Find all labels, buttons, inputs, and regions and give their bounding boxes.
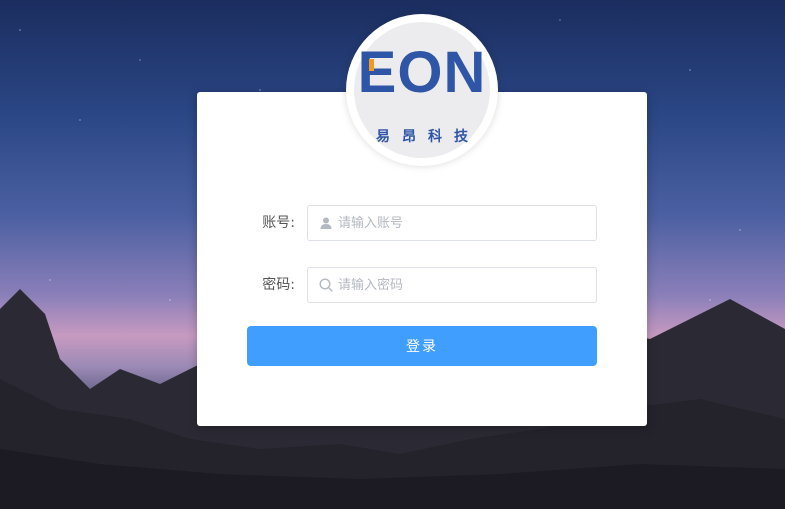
- password-label: 密码:: [262, 277, 295, 293]
- password-input[interactable]: [338, 268, 588, 302]
- account-input[interactable]: [338, 206, 588, 240]
- search-icon: [319, 278, 333, 292]
- password-row: 密码:: [247, 267, 597, 303]
- login-button[interactable]: 登录: [247, 326, 597, 366]
- account-field[interactable]: [307, 205, 597, 241]
- logo-badge: EON 易昂科技: [354, 22, 490, 158]
- company-logo: EON 易昂科技: [346, 14, 498, 166]
- logo-wordmark: EON: [357, 40, 487, 105]
- password-field[interactable]: [307, 267, 597, 303]
- logo-subtitle: 易昂科技: [376, 129, 480, 145]
- account-label: 账号:: [262, 215, 295, 231]
- account-row: 账号:: [247, 205, 597, 241]
- user-icon: [320, 217, 332, 229]
- logo-accent-mark: [369, 59, 374, 71]
